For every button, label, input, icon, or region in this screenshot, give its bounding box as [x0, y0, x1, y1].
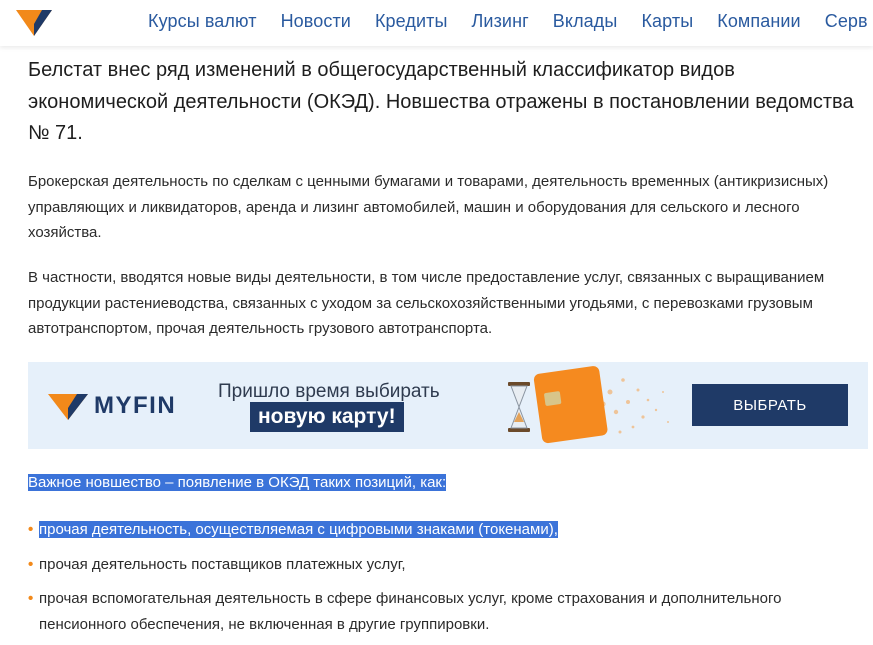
choose-card-button[interactable]: ВЫБРАТЬ: [692, 384, 848, 426]
highlighted-list-item-text: прочая деятельность, осуществляемая с ци…: [39, 521, 558, 538]
highlighted-intro-text: Важное новшество – появление в ОКЭД таки…: [28, 474, 447, 491]
list-item: • прочая деятельность, осуществляемая с ц…: [28, 517, 858, 543]
banner-highlight: новую карту!: [250, 402, 404, 432]
card-hourglass-illustration: [508, 366, 669, 444]
banner-brand: MYFIN: [94, 392, 177, 419]
list-item: • прочая вспомогательная деятельность в с…: [28, 586, 858, 637]
site-logo-icon[interactable]: [14, 6, 54, 38]
list-item-text: прочая вспомогательная деятельность в сф…: [39, 590, 782, 633]
innovation-intro: Важное новшество – появление в ОКЭД таки…: [28, 472, 447, 494]
nav-item-news[interactable]: Новости: [281, 11, 351, 32]
banner-headline: Пришло время выбирать: [218, 381, 440, 402]
article-paragraph-1: Брокерская деятельность по сделкам с цен…: [28, 173, 829, 241]
ad-banner[interactable]: MYFIN Пришло время выбирать новую карту!…: [28, 362, 868, 449]
list-item: • прочая деятельность поставщиков платежн…: [28, 552, 858, 578]
nav-item-deposits[interactable]: Вклады: [553, 11, 618, 32]
bullet-icon: •: [28, 555, 34, 573]
nav-item-credits[interactable]: Кредиты: [375, 11, 448, 32]
bullet-icon: •: [28, 521, 34, 538]
nav-item-currency[interactable]: Курсы валют: [148, 11, 257, 32]
nav-item-services[interactable]: Серв: [825, 11, 868, 32]
list-item-text: прочая деятельность поставщиков платежны…: [39, 555, 406, 573]
site-header: Курсы валют Новости Кредиты Лизинг Вклады Кар…: [0, 0, 873, 46]
article-lead: Белстат внес ряд изменений в общегосудар…: [28, 59, 854, 144]
article-paragraph-2: В частности, вводятся новые виды деятель…: [28, 269, 825, 337]
innovations-list: • прочая деятельность, осуществляемая с ц…: [28, 517, 858, 637]
myfin-logo-icon: [48, 394, 88, 420]
nav-item-leasing[interactable]: Лизинг: [472, 11, 529, 32]
main-nav: Курсы валют Новости Кредиты Лизинг Вклады Кар…: [148, 11, 873, 32]
bullet-icon: •: [28, 590, 34, 607]
nav-item-companies[interactable]: Компании: [717, 11, 800, 32]
nav-item-cards[interactable]: Карты: [641, 11, 693, 32]
